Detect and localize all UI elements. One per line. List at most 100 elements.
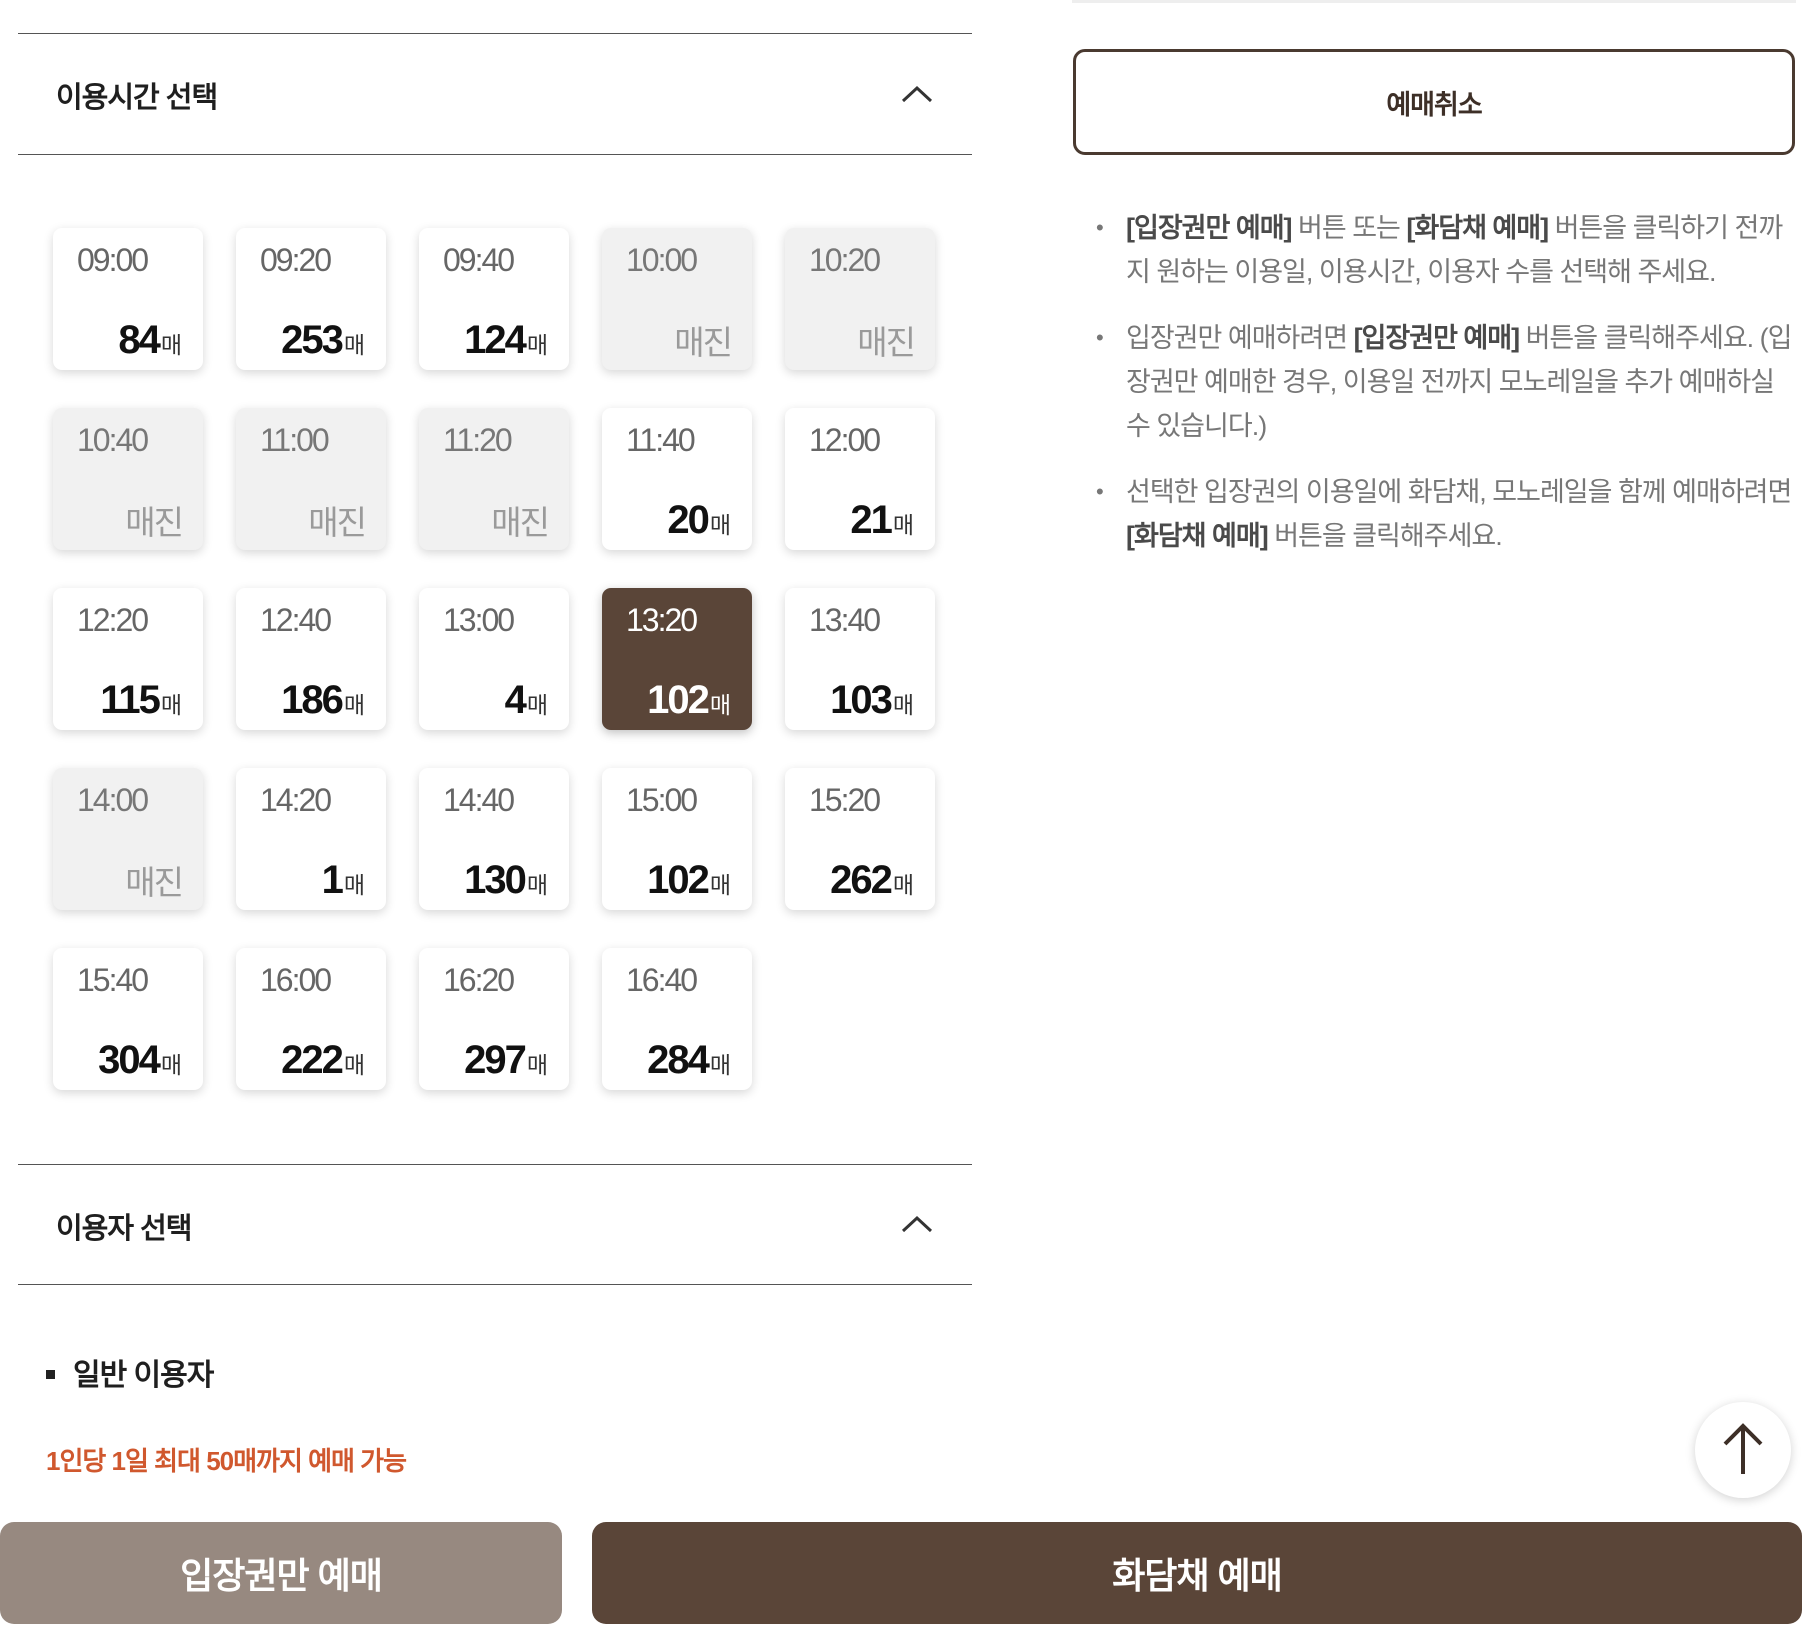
slot-count: 262매 <box>830 858 914 903</box>
general-user-heading: 일반 이용자 <box>46 1350 214 1394</box>
note-emphasis: [화담채 예매] <box>1126 521 1269 551</box>
slot-count: 매진 <box>308 496 367 544</box>
slot-count: 253매 <box>281 318 365 363</box>
slot-count-unit: 매 <box>343 872 365 898</box>
time-slot-1000: 10:00 매진 <box>602 228 752 370</box>
slot-count-value: 102 <box>647 858 710 902</box>
note-text: 버튼을 클릭해주세요. <box>1267 521 1503 551</box>
time-slot-1020: 10:20 매진 <box>785 228 935 370</box>
slot-count-value: 매진 <box>125 864 184 901</box>
slot-time: 11:40 <box>626 422 696 458</box>
time-slot-1200[interactable]: 12:00 21매 <box>785 408 935 550</box>
slot-time: 10:00 <box>626 242 698 278</box>
time-slot-1320[interactable]: 13:20 102매 <box>602 588 752 730</box>
slot-time: 15:20 <box>809 782 881 818</box>
slot-time: 16:20 <box>443 962 515 998</box>
slot-count: 1매 <box>322 858 365 903</box>
time-section-title: 이용시간 선택 <box>56 82 218 114</box>
slot-time: 10:40 <box>77 422 149 458</box>
time-slot-1600[interactable]: 16:00 222매 <box>236 948 386 1090</box>
time-slot-1140[interactable]: 11:40 20매 <box>602 408 752 550</box>
slot-time: 16:40 <box>626 962 698 998</box>
purchase-limit-notice: 1인당 1일 최대 50매까지 예매 가능 <box>46 1446 407 1476</box>
time-slot-1520[interactable]: 15:20 262매 <box>785 768 935 910</box>
slot-time: 11:00 <box>260 422 330 458</box>
time-slot-1440[interactable]: 14:40 130매 <box>419 768 569 910</box>
time-slot-0940[interactable]: 09:40 124매 <box>419 228 569 370</box>
slot-count-unit: 매 <box>709 1052 731 1078</box>
slot-count-unit: 매 <box>892 512 914 538</box>
slot-count-value: 253 <box>281 318 344 362</box>
chevron-up-icon[interactable] <box>900 1214 934 1234</box>
slot-time: 16:00 <box>260 962 332 998</box>
time-slot-1640[interactable]: 16:40 284매 <box>602 948 752 1090</box>
slot-count: 매진 <box>125 496 184 544</box>
time-slot-1500[interactable]: 15:00 102매 <box>602 768 752 910</box>
slot-time: 12:20 <box>77 602 149 638</box>
time-slot-1240[interactable]: 12:40 186매 <box>236 588 386 730</box>
slot-count: 297매 <box>464 1038 548 1083</box>
time-slot-0920[interactable]: 09:20 253매 <box>236 228 386 370</box>
slot-count-value: 284 <box>647 1038 710 1082</box>
slot-time: 13:00 <box>443 602 515 638</box>
slot-time: 09:20 <box>260 242 332 278</box>
time-slot-1220[interactable]: 12:20 115매 <box>53 588 203 730</box>
slot-count: 102매 <box>647 858 731 903</box>
slot-count-value: 21 <box>850 498 892 542</box>
slot-count-unit: 매 <box>709 872 731 898</box>
time-slot-0900[interactable]: 09:00 84매 <box>53 228 203 370</box>
section-divider <box>18 33 972 34</box>
slot-count-value: 20 <box>667 498 709 542</box>
slot-time: 14:20 <box>260 782 332 818</box>
entry-only-reserve-button[interactable]: 입장권만 예매 <box>0 1522 562 1624</box>
top-divider <box>1072 0 1796 3</box>
slot-time: 11:20 <box>443 422 513 458</box>
slot-count-unit: 매 <box>526 692 548 718</box>
note-emphasis: [입장권만 예매] <box>1126 213 1293 243</box>
slot-count: 102매 <box>647 678 731 723</box>
slot-count: 103매 <box>830 678 914 723</box>
slot-count-value: 매진 <box>125 504 184 541</box>
time-slot-1340[interactable]: 13:40 103매 <box>785 588 935 730</box>
slot-count-unit: 매 <box>709 512 731 538</box>
time-slot-1420[interactable]: 14:20 1매 <box>236 768 386 910</box>
slot-count-unit: 매 <box>343 332 365 358</box>
slot-count: 284매 <box>647 1038 731 1083</box>
slot-count: 매진 <box>674 316 733 364</box>
slot-count-value: 186 <box>281 678 344 722</box>
slot-count-value: 84 <box>118 318 160 362</box>
slot-time: 15:40 <box>77 962 149 998</box>
slot-count-unit: 매 <box>526 872 548 898</box>
user-section-title: 이용자 선택 <box>56 1213 192 1245</box>
slot-count-value: 297 <box>464 1038 527 1082</box>
slot-count-value: 매진 <box>491 504 550 541</box>
slot-count-unit: 매 <box>892 872 914 898</box>
guide-notes: [입장권만 예매] 버튼 또는 [화담채 예매] 버튼을 클릭하기 전까지 원하… <box>1096 206 1796 580</box>
note-emphasis: [입장권만 예매] <box>1353 323 1521 353</box>
time-slot-1120: 11:20 매진 <box>419 408 569 550</box>
slot-count-value: 4 <box>504 678 527 722</box>
slot-count-unit: 매 <box>343 692 365 718</box>
slot-count-value: 262 <box>830 858 893 902</box>
cancel-reservation-button[interactable]: 예매취소 <box>1073 49 1795 155</box>
hwadamchae-reserve-button[interactable]: 화담채 예매 <box>592 1522 1802 1624</box>
chevron-up-icon[interactable] <box>900 84 934 104</box>
slot-time: 09:40 <box>443 242 515 278</box>
scroll-top-button[interactable] <box>1695 1402 1791 1498</box>
time-slot-1540[interactable]: 15:40 304매 <box>53 948 203 1090</box>
time-slot-1620[interactable]: 16:20 297매 <box>419 948 569 1090</box>
slot-count-unit: 매 <box>160 332 182 358</box>
slot-count: 84매 <box>118 318 182 363</box>
slot-count-value: 매진 <box>308 504 367 541</box>
time-slot-1300[interactable]: 13:00 4매 <box>419 588 569 730</box>
slot-count-value: 124 <box>464 318 527 362</box>
slot-count-unit: 매 <box>892 692 914 718</box>
slot-time: 13:20 <box>626 602 698 638</box>
slot-count: 매진 <box>125 856 184 904</box>
slot-count: 186매 <box>281 678 365 723</box>
slot-count-unit: 매 <box>343 1052 365 1078</box>
slot-time: 14:40 <box>443 782 515 818</box>
slot-count: 115매 <box>100 678 182 723</box>
slot-count-value: 222 <box>281 1038 344 1082</box>
slot-time: 12:40 <box>260 602 332 638</box>
